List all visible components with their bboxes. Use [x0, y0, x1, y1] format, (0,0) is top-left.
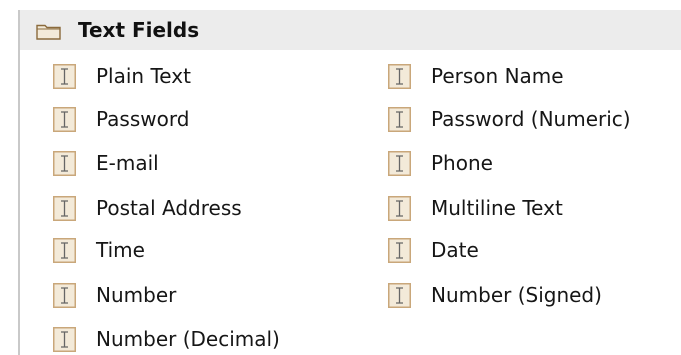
palette-panel: Text Fields Plain Text Person Name Passw…: [0, 0, 681, 355]
widget-label: Number (Decimal): [96, 327, 280, 351]
widget-label: E-mail: [96, 151, 159, 175]
widget-number[interactable]: Number: [53, 278, 176, 312]
text-cursor-icon: [388, 106, 411, 132]
widget-person-name[interactable]: Person Name: [388, 59, 564, 93]
panel-border: [18, 10, 20, 355]
widget-phone[interactable]: Phone: [388, 146, 493, 180]
widget-label: Number (Signed): [431, 283, 602, 307]
widget-label: Password (Numeric): [431, 107, 631, 131]
text-cursor-icon: [388, 195, 411, 221]
widget-label: Phone: [431, 151, 493, 175]
text-cursor-icon: [53, 150, 76, 176]
widget-label: Postal Address: [96, 196, 242, 220]
category-title: Text Fields: [78, 18, 200, 42]
widget-number-decimal[interactable]: Number (Decimal): [53, 322, 280, 355]
text-cursor-icon: [53, 63, 76, 89]
widget-label: Number: [96, 283, 177, 307]
text-cursor-icon: [53, 326, 76, 352]
widget-label: Multiline Text: [431, 196, 563, 220]
widget-time[interactable]: Time: [53, 233, 145, 267]
text-cursor-icon: [388, 150, 411, 176]
widget-postal-address[interactable]: Postal Address: [53, 191, 242, 225]
widget-date[interactable]: Date: [388, 233, 479, 267]
text-cursor-icon: [388, 63, 411, 89]
text-cursor-icon: [388, 282, 411, 308]
category-header-text-fields[interactable]: Text Fields: [20, 10, 681, 50]
widget-label: Time: [96, 238, 145, 262]
widget-number-signed[interactable]: Number (Signed): [388, 278, 602, 312]
text-cursor-icon: [53, 237, 76, 263]
widget-e-mail[interactable]: E-mail: [53, 146, 159, 180]
folder-icon: [36, 24, 61, 40]
widget-multiline-text[interactable]: Multiline Text: [388, 191, 563, 225]
widget-password[interactable]: Password: [53, 102, 189, 136]
text-cursor-icon: [53, 282, 76, 308]
text-cursor-icon: [53, 106, 76, 132]
widget-label: Person Name: [431, 64, 564, 88]
widget-label: Plain Text: [96, 64, 191, 88]
widget-label: Date: [431, 238, 479, 262]
widget-label: Password: [96, 107, 190, 131]
text-cursor-icon: [388, 237, 411, 263]
widget-password-numeric[interactable]: Password (Numeric): [388, 102, 631, 136]
text-cursor-icon: [53, 195, 76, 221]
widget-plain-text[interactable]: Plain Text: [53, 59, 191, 93]
